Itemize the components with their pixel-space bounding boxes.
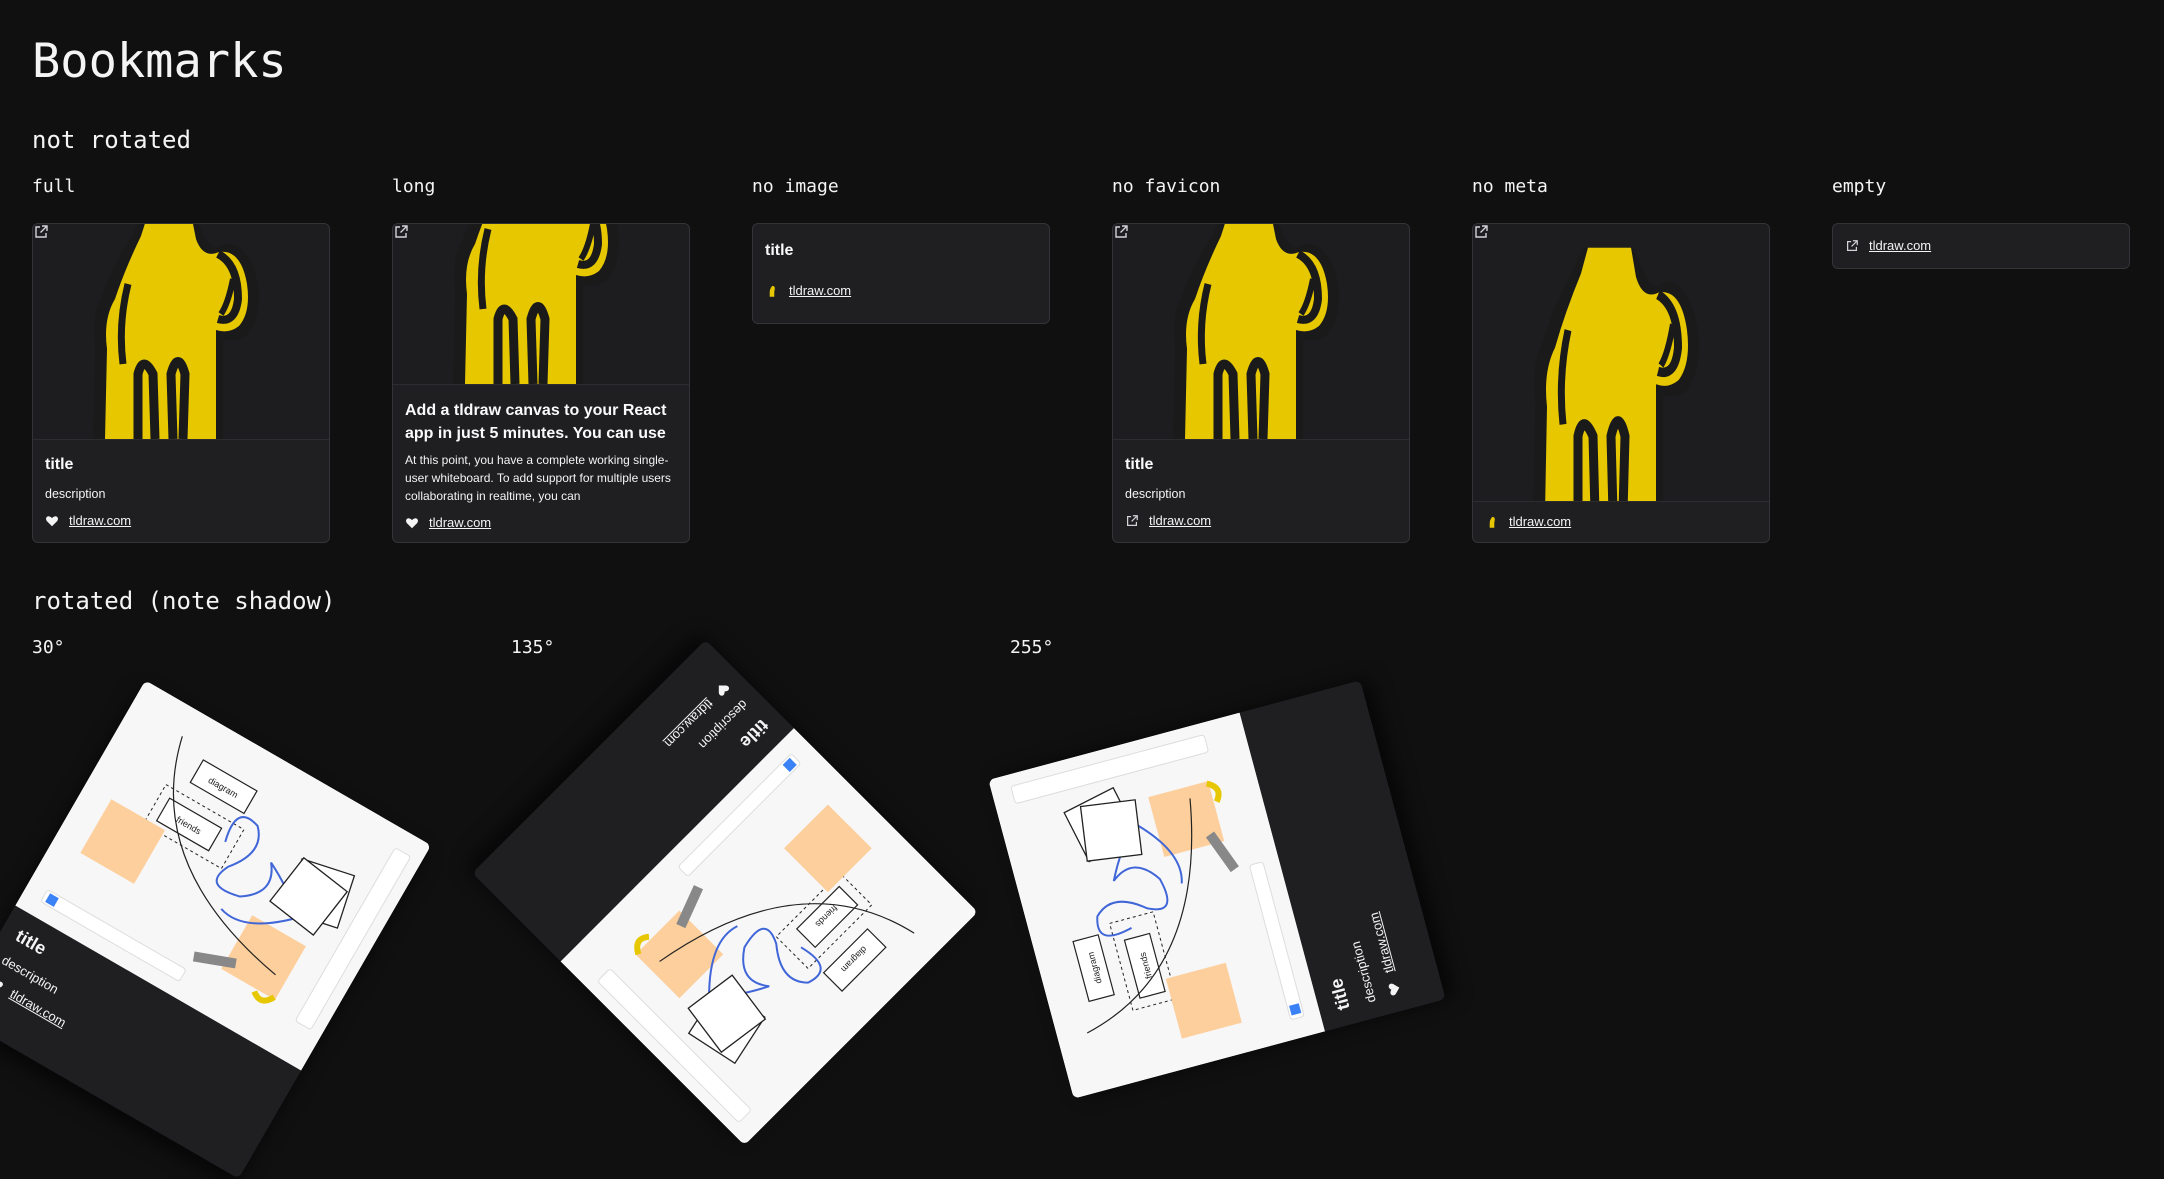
heart-icon: [1385, 981, 1402, 998]
label-long: long: [392, 176, 436, 197]
bookmark-url-link[interactable]: tldraw.com: [1869, 238, 1931, 253]
label-135: 135°: [511, 637, 555, 658]
heart-icon: [45, 514, 59, 528]
label-no-meta: no meta: [1472, 176, 1548, 197]
bookmark-link-row: tldraw.com: [1125, 513, 1397, 528]
bookmark-card-no-favicon[interactable]: title description tldraw.com: [1112, 223, 1410, 543]
bookmark-url-link[interactable]: tldraw.com: [69, 513, 131, 528]
tldraw-figure-image: [1473, 224, 1769, 501]
bookmark-url-link[interactable]: tldraw.com: [1509, 514, 1571, 529]
bookmark-card-full[interactable]: title description tldraw.com: [32, 223, 330, 543]
bookmark-card-rotated-255[interactable]: title description tldraw.com: [988, 680, 1446, 1099]
label-no-image: no image: [752, 176, 839, 197]
label-empty: empty: [1832, 176, 1887, 197]
external-link-icon: [1125, 514, 1139, 528]
external-link-icon: [1845, 239, 1859, 253]
external-link-icon[interactable]: [1113, 224, 1129, 240]
heart-icon: [713, 680, 733, 700]
tldraw-figure-image: [1113, 224, 1409, 439]
external-link-icon[interactable]: [33, 224, 49, 240]
external-link-icon[interactable]: [393, 224, 409, 240]
bookmark-link-row: tldraw.com: [45, 513, 317, 528]
page-title: Bookmarks: [32, 34, 287, 89]
label-full: full: [32, 176, 76, 197]
bookmark-url-link[interactable]: tldraw.com: [1149, 513, 1211, 528]
heart-icon: [405, 516, 419, 530]
bookmark-image: [1113, 224, 1409, 440]
bookmark-card-no-meta[interactable]: tldraw.com: [1472, 223, 1770, 543]
bookmark-url-link[interactable]: tldraw.com: [789, 283, 851, 298]
label-255: 255°: [1010, 637, 1054, 658]
bookmark-url-link[interactable]: tldraw.com: [1366, 911, 1397, 975]
bookmark-link-row: tldraw.com: [1845, 238, 2117, 253]
label-30: 30°: [32, 637, 65, 658]
tldraw-figure-image: [33, 224, 329, 439]
bookmark-link-row: tldraw.com: [765, 283, 1037, 298]
bookmark-card-empty[interactable]: tldraw.com: [1832, 223, 2130, 269]
bookmark-description: description: [45, 487, 106, 501]
bookmark-card-rotated-30[interactable]: title description tldraw.com: [0, 680, 432, 1179]
external-link-icon[interactable]: [1473, 224, 1489, 240]
bookmark-link-row: tldraw.com: [1485, 514, 1757, 529]
bookmark-card-no-image[interactable]: title tldraw.com: [752, 223, 1050, 324]
bookmark-card-long[interactable]: Add a tldraw canvas to your React app in…: [392, 223, 690, 543]
label-no-favicon: no favicon: [1112, 176, 1221, 197]
section-title-not-rotated: not rotated: [32, 126, 191, 154]
bookmark-image: [393, 224, 689, 385]
bookmark-title: title: [765, 242, 794, 259]
bookmark-title: title: [1125, 456, 1154, 473]
bookmark-title: Add a tldraw canvas to your React app in…: [405, 402, 667, 442]
bookmark-card-rotated-135[interactable]: title description tldraw.com: [472, 639, 978, 1146]
tldraw-figure-image: [393, 224, 689, 384]
bookmark-description: description: [1125, 487, 1186, 501]
bookmark-link-row: tldraw.com: [405, 515, 677, 530]
bookmark-description: At this point, you have a complete worki…: [405, 453, 671, 503]
heart-icon: [0, 975, 6, 994]
section-title-rotated: rotated (note shadow): [32, 587, 336, 615]
bookmark-image: [1473, 224, 1769, 502]
bookmark-title: title: [45, 456, 74, 473]
bookmark-url-link[interactable]: tldraw.com: [429, 515, 491, 530]
tldraw-figure-icon: [1485, 515, 1499, 529]
tldraw-figure-icon: [765, 284, 779, 298]
bookmark-image: [33, 224, 329, 440]
